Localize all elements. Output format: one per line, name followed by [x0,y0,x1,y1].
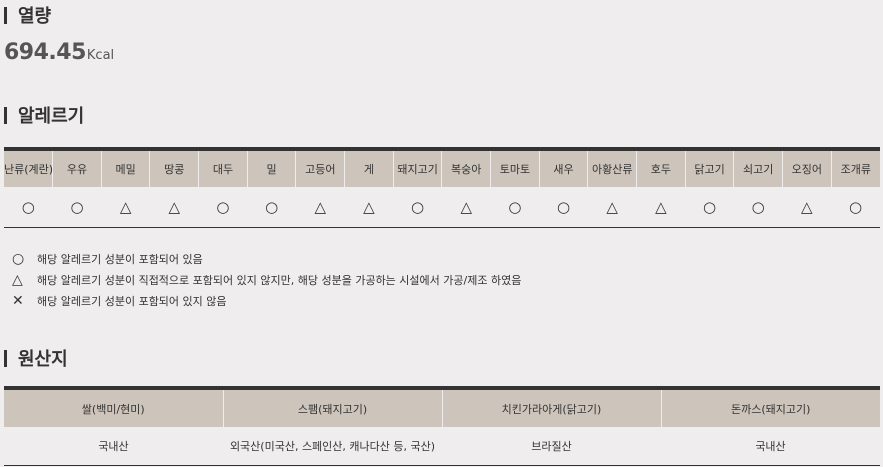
allergy-mark: ○ [751,198,765,216]
allergy-mark: ○ [557,198,571,216]
allergy-mark-row: ○ ○ △ △ ○ ○ △ △ ○ △ ○ ○ △ △ ○ ○ △ ○ [4,187,880,228]
origin-header-row: 쌀(백미/현미) 스팸(돼지고기) 치킨가라아게(닭고기) 돈까스(돼지고기) [4,388,880,427]
allergy-header: 땅콩 [149,149,199,187]
calorie-section-title: 열량 [4,2,51,28]
legend-text: 해당 알레르기 성분이 직접적으로 포함되어 있지 않지만, 해당 성분을 가공… [37,273,522,287]
allergy-header-row: 난류(계란) 우유 메밀 땅콩 대두 밀 고등어 게 돼지고기 복숭아 토마토 … [4,149,880,187]
x-icon: ✕ [12,292,24,309]
allergy-table: 난류(계란) 우유 메밀 땅콩 대두 밀 고등어 게 돼지고기 복숭아 토마토 … [4,147,880,228]
allergy-mark: ○ [265,198,279,216]
allergy-mark: ○ [70,198,84,216]
allergy-mark: ○ [411,198,425,216]
allergy-header: 돼지고기 [392,149,442,187]
allergy-header: 메밀 [100,149,150,187]
allergy-mark: ○ [508,198,522,216]
allergy-header: 우유 [52,149,102,187]
allergy-mark: △ [363,198,375,216]
allergy-mark: △ [606,198,618,216]
allergy-title: 알레르기 [18,106,85,127]
origin-title: 원산지 [18,349,68,370]
allergy-header: 게 [344,149,394,187]
title-bar [4,6,7,24]
legend-item: △ 해당 알레르기 성분이 직접적으로 포함되어 있지 않지만, 해당 성분을 … [12,269,521,290]
allergy-header: 새우 [538,149,588,187]
origin-header: 쌀(백미/현미) [4,388,223,427]
origin-header: 돈까스(돼지고기) [660,388,880,427]
calorie-title: 열량 [18,6,52,27]
circle-icon: ○ [12,250,25,267]
allergy-mark: ○ [849,198,863,216]
origin-header: 치킨가라아게(닭고기) [441,388,661,427]
title-bar [4,106,7,124]
origin-value: 외국산(미국산, 스페인산, 캐나다산 등, 국산) [229,440,436,453]
allergy-header: 밀 [246,149,296,187]
legend-text: 해당 알레르기 성분이 포함되어 있음 [37,252,203,266]
origin-header: 스팸(돼지고기) [222,388,442,427]
calorie-number: 694.45 [4,40,86,65]
allergy-mark: △ [314,198,327,216]
origin-section-title: 원산지 [4,345,68,371]
allergy-header: 복숭아 [441,149,491,187]
allergy-mark: ○ [702,198,717,216]
allergy-mark: ○ [216,198,230,216]
allergy-header: 난류(계란) [4,149,53,187]
allergy-header: 쇠고기 [733,149,783,187]
calorie-unit: Kcal [86,48,115,63]
allergy-mark: △ [460,198,472,216]
allergy-header: 호두 [636,149,686,187]
allergy-mark: △ [655,198,667,216]
origin-value: 국내산 [755,440,786,453]
origin-value: 국내산 [98,440,129,453]
allergy-header: 조개류 [830,149,880,187]
origin-table: 쌀(백미/현미) 스팸(돼지고기) 치킨가라아게(닭고기) 돈까스(돼지고기) … [4,386,880,466]
allergy-mark: ○ [21,198,35,216]
legend-item: ✕ 해당 알레르기 성분이 포함되어 있지 않음 [12,290,521,311]
allergy-header: 닭고기 [684,149,734,187]
allergy-header: 아황산류 [587,149,637,187]
allergy-header: 토마토 [490,149,540,187]
allergy-section-title: 알레르기 [4,102,84,128]
legend-text: 해당 알레르기 성분이 포함되어 있지 않음 [37,294,227,308]
title-bar [4,349,7,367]
allergy-mark: △ [119,198,132,216]
allergy-header: 대두 [198,149,248,187]
origin-value: 브라질산 [531,440,572,453]
allergy-header: 고등어 [295,149,345,187]
allergy-mark: △ [801,198,813,216]
legend-item: ○ 해당 알레르기 성분이 포함되어 있음 [12,248,521,269]
origin-value-row: 국내산 외국산(미국산, 스페인산, 캐나다산 등, 국산) 브라질산 국내산 [4,427,880,466]
allergy-legend: ○ 해당 알레르기 성분이 포함되어 있음 △ 해당 알레르기 성분이 직접적으… [12,248,521,311]
allergy-mark: △ [168,198,181,216]
calorie-value: 694.45Kcal [4,40,114,65]
triangle-icon: △ [12,271,23,288]
allergy-header: 오징어 [782,149,832,187]
